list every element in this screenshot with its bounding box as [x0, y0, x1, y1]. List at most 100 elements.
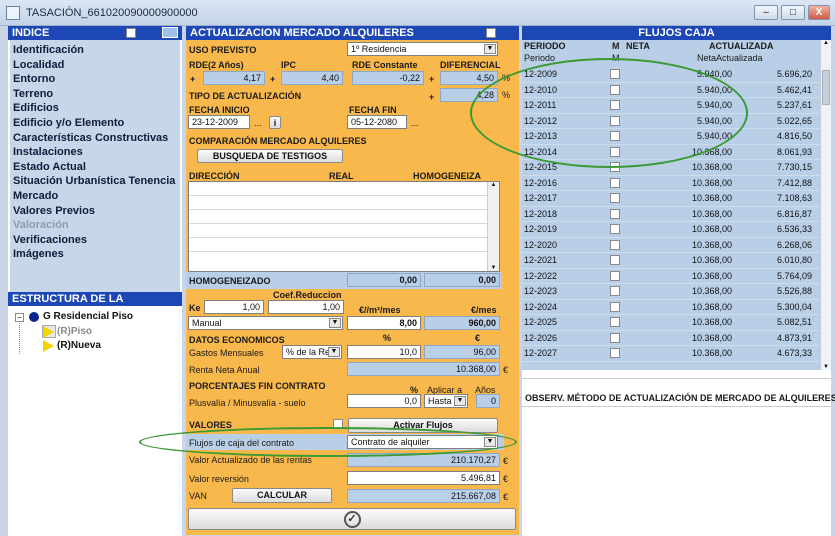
gastos-pct-field[interactable]: 10,0 — [347, 345, 421, 359]
observ-panel[interactable]: OBSERV. MÉTODO DE ACTUALIZACIÓN DE MERCA… — [522, 378, 835, 536]
flujo-row[interactable]: 12-2020 10.368,00 6.268,06 — [522, 238, 820, 253]
chevron-down-icon[interactable]: ▼ — [488, 265, 499, 271]
flujo-m-checkbox[interactable] — [610, 301, 620, 312]
flujo-row[interactable]: 12-2021 10.368,00 6.010,80 — [522, 253, 820, 269]
indice-item[interactable]: Instalaciones — [13, 145, 177, 160]
scroll-thumb[interactable] — [822, 70, 830, 105]
table-scrollbar[interactable]: ▲ ▼ — [487, 182, 499, 271]
indice-item[interactable]: Terreno — [13, 87, 177, 102]
app-icon — [6, 6, 20, 20]
flujo-m-checkbox[interactable] — [610, 255, 620, 265]
flujo-neta: 10.368,00 — [691, 239, 732, 250]
diferencial-field[interactable]: 4,50 — [440, 71, 498, 85]
flujo-neta: 10.368,00 — [691, 162, 732, 172]
chevron-down-icon[interactable]: ▼ — [821, 364, 831, 370]
rde-field[interactable]: 4,17 — [203, 71, 265, 85]
close-button[interactable]: X — [808, 5, 830, 20]
flujo-m-checkbox[interactable] — [610, 224, 620, 234]
flujos-scrollbar[interactable]: ▲ ▼ — [820, 40, 831, 370]
flujo-periodo: 12-2020 — [524, 239, 558, 250]
calcular-button[interactable]: CALCULAR — [232, 488, 332, 503]
maximize-button[interactable]: □ — [781, 5, 805, 20]
indice-item[interactable]: Características Constructivas — [13, 131, 177, 146]
building-node-icon — [29, 312, 39, 322]
fecha-fin-field[interactable]: 05-12-2080 — [347, 115, 407, 129]
indice-item[interactable]: Mercado — [13, 189, 177, 204]
coef-reduccion-field[interactable]: 1,00 — [268, 300, 344, 314]
indice-item[interactable]: Edificios — [13, 101, 177, 116]
flujo-m-checkbox[interactable] — [610, 270, 620, 281]
chevron-up-icon[interactable]: ▲ — [488, 182, 499, 188]
flujo-m-checkbox[interactable] — [610, 332, 620, 343]
flujo-actualizada: 5.764,09 — [776, 270, 812, 281]
estructura-header: ESTRUCTURA DE LA TASACION — [8, 292, 182, 319]
flujo-neta: 10.368,00 — [691, 332, 732, 343]
indice-item[interactable]: Entorno — [13, 72, 177, 87]
tree-root-label[interactable]: G Residencial Piso — [43, 311, 133, 322]
aplicar-select[interactable]: Hasta fi ▼ — [424, 394, 468, 408]
uso-previsto-select[interactable]: 1º Residencia ▼ — [347, 42, 498, 56]
indice-checkbox[interactable] — [126, 28, 136, 38]
testigos-table[interactable]: ▲ ▼ — [188, 181, 500, 272]
manual-select[interactable]: Manual ▼ — [188, 316, 343, 330]
fecha-inicio-field[interactable]: 23-12-2009 — [188, 115, 250, 129]
flujo-m-checkbox[interactable] — [610, 239, 620, 250]
indice-item[interactable]: Imágenes — [13, 247, 177, 262]
indice-item[interactable]: Identificación — [13, 43, 177, 58]
flujo-row[interactable]: 12-2016 10.368,00 7.412,88 — [522, 176, 820, 191]
flujo-row[interactable]: 12-2022 10.368,00 5.764,09 — [522, 269, 820, 284]
flujo-actualizada: 7.730,15 — [776, 162, 812, 172]
ke-label: Ke — [189, 303, 201, 313]
busqueda-testigos-button[interactable]: BUSQUEDA DE TESTIGOS — [197, 149, 343, 163]
actualizacion-checkbox[interactable] — [486, 28, 496, 38]
col-direccion: DIRECCIÓN — [189, 171, 240, 181]
rde-constante-field[interactable]: -0,22 — [352, 71, 424, 85]
flujo-neta: 10.368,00 — [691, 224, 732, 234]
rde-constante-label: RDE Constante — [352, 60, 418, 70]
flujo-m-checkbox[interactable] — [610, 348, 620, 358]
indice-item[interactable]: Valoración — [13, 218, 177, 233]
confirm-button[interactable]: ✓ — [188, 508, 516, 530]
col-m: M — [612, 41, 620, 51]
anos-field[interactable]: 0 — [476, 394, 500, 408]
estructura-tree: − G Residencial Piso (R)Piso (R)Nueva — [10, 307, 180, 535]
ipc-field[interactable]: 4,40 — [281, 71, 343, 85]
indice-item[interactable]: Estado Actual — [13, 160, 177, 175]
flujo-row[interactable]: 12-2027 10.368,00 4.673,33 — [522, 346, 820, 362]
gastos-select[interactable]: % de la Re ▼ — [282, 345, 342, 359]
flujo-row[interactable]: 12-2017 10.368,00 7.108,63 — [522, 191, 820, 207]
flujo-neta: 10.368,00 — [691, 193, 732, 203]
title-bar: TASACIÓN_661020090000900000 – □ X — [0, 0, 835, 26]
tree-item-piso[interactable]: (R)Piso — [57, 326, 92, 337]
plusvalia-field[interactable]: 0,0 — [347, 394, 421, 408]
homogeneizado-real: 0,00 — [347, 273, 421, 287]
plus-sign: + — [270, 74, 276, 84]
indice-item[interactable]: Situación Urbanística Tenencia — [13, 174, 177, 189]
flujo-m-checkbox[interactable] — [610, 193, 620, 203]
flujo-row[interactable]: 12-2024 10.368,00 5.300,04 — [522, 300, 820, 315]
fecha-fin-picker[interactable]: ... — [411, 118, 419, 128]
flujo-m-checkbox[interactable] — [610, 286, 620, 296]
flujo-row[interactable]: 12-2018 10.368,00 6.816,87 — [522, 207, 820, 222]
indice-item[interactable]: Verificaciones — [13, 233, 177, 248]
flujo-m-checkbox[interactable] — [610, 208, 620, 219]
flujo-row[interactable]: 12-2025 10.368,00 5.082,51 — [522, 315, 820, 331]
indice-item[interactable]: Valores Previos — [13, 204, 177, 219]
minimize-button[interactable]: – — [754, 5, 778, 20]
tree-item-nueva[interactable]: (R)Nueva — [57, 340, 101, 351]
flujo-m-checkbox[interactable] — [610, 177, 620, 188]
flujo-row[interactable]: 12-2019 10.368,00 6.536,33 — [522, 222, 820, 238]
indice-item[interactable]: Edificio y/o Elemento — [13, 116, 177, 131]
eur-m2-field[interactable]: 8,00 — [347, 316, 421, 330]
homogeneizado-label: HOMOGENEIZADO — [189, 276, 271, 286]
flujo-row[interactable]: 12-2026 10.368,00 4.873,91 — [522, 331, 820, 346]
flujo-m-checkbox[interactable] — [610, 317, 620, 327]
chevron-up-icon[interactable]: ▲ — [821, 40, 831, 46]
info-button[interactable]: i — [269, 116, 281, 129]
ke-field[interactable]: 1,00 — [204, 300, 264, 314]
indice-item[interactable]: Localidad — [13, 58, 177, 73]
fecha-inicio-picker[interactable]: ... — [254, 118, 262, 128]
flujo-row[interactable]: 12-2023 10.368,00 5.526,88 — [522, 284, 820, 300]
panel-toggle-icon[interactable] — [162, 27, 178, 38]
observ-textarea[interactable] — [522, 406, 831, 536]
